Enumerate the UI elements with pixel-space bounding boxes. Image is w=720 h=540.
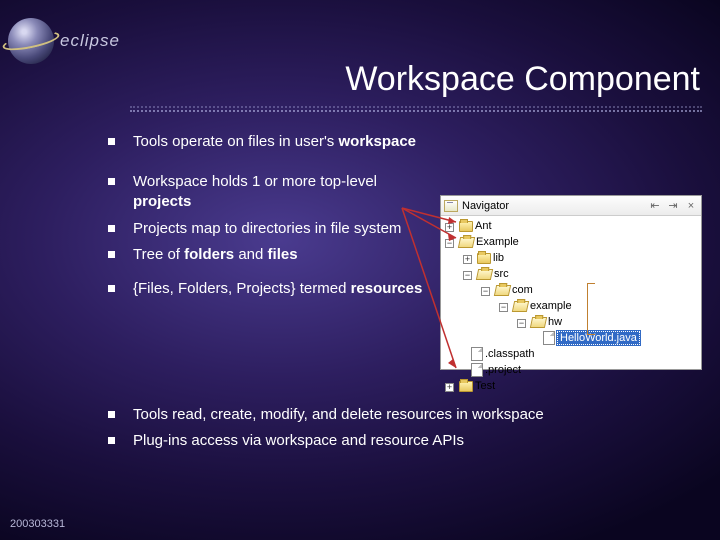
tree-item-classpath[interactable]: .classpath [443, 346, 701, 362]
bullet-icon [108, 225, 115, 232]
file-icon [471, 347, 483, 361]
folder-open-icon [458, 237, 475, 248]
collapse-right-icon[interactable]: ⇥ [666, 199, 680, 213]
collapse-icon[interactable]: − [445, 239, 454, 248]
file-icon [543, 331, 555, 345]
bullet-text: Workspace holds 1 or more top-level proj… [133, 172, 428, 213]
folder-open-icon [512, 301, 529, 312]
logo-text: eclipse [60, 31, 120, 51]
collapse-left-icon[interactable]: ⇤ [648, 199, 662, 213]
bullet-text: Tools read, create, modify, and delete r… [133, 405, 544, 425]
bullet-icon [108, 285, 115, 292]
eclipse-logo: eclipse [8, 18, 120, 64]
tree-item-ant[interactable]: + Ant [443, 218, 701, 234]
tree-item-test[interactable]: + Test [443, 378, 701, 394]
footer-id: 200303331 [10, 518, 65, 530]
selected-file: HelloWorld.java [557, 331, 640, 345]
bullet-text: Projects map to directories in file syst… [133, 219, 401, 239]
folder-open-icon [530, 317, 547, 328]
bullet-icon [108, 251, 115, 258]
tree-item-src[interactable]: − src [443, 266, 701, 282]
bullet-icon [108, 178, 115, 185]
folder-closed-icon [477, 253, 491, 264]
folder-closed-icon [459, 221, 473, 232]
expand-icon[interactable]: + [463, 255, 472, 264]
folders-files-callout [587, 283, 594, 335]
navigator-titlebar: Navigator ⇤ ⇥ × [441, 196, 701, 216]
tree-item-hw[interactable]: − hw [443, 314, 701, 330]
tree-item-project[interactable]: .project [443, 362, 701, 378]
folder-open-icon [476, 269, 493, 280]
navigator-icon [444, 200, 458, 212]
folder-open-icon [494, 285, 511, 296]
collapse-icon[interactable]: − [463, 271, 472, 280]
title-underline [130, 106, 702, 112]
bullet-group-2: Workspace holds 1 or more top-level proj… [108, 172, 428, 305]
bullet-icon [108, 411, 115, 418]
bullet-text: Plug-ins access via workspace and resour… [133, 431, 464, 451]
bullet-text: Tools operate on files in user's workspa… [133, 132, 416, 152]
navigator-title: Navigator [462, 200, 644, 212]
tree-item-example-pkg[interactable]: − example [443, 298, 701, 314]
collapse-icon[interactable]: − [517, 319, 526, 328]
bullet-group-1: Tools operate on files in user's workspa… [108, 132, 628, 158]
tree-item-com[interactable]: − com [443, 282, 701, 298]
close-icon[interactable]: × [684, 199, 698, 213]
bullet-text: {Files, Folders, Projects} termed resour… [133, 279, 422, 299]
eclipse-sphere-icon [8, 18, 54, 64]
expand-icon[interactable]: + [445, 223, 454, 232]
tree-item-helloworld[interactable]: HelloWorld.java [443, 330, 701, 346]
navigator-tree: + Ant − Example + lib − src − com [441, 216, 701, 396]
collapse-icon[interactable]: − [499, 303, 508, 312]
file-icon [471, 363, 483, 377]
navigator-panel: Navigator ⇤ ⇥ × + Ant − Example + lib − … [440, 195, 702, 370]
tree-item-lib[interactable]: + lib [443, 250, 701, 266]
tree-item-example[interactable]: − Example [443, 234, 701, 250]
collapse-icon[interactable]: − [481, 287, 490, 296]
folder-closed-icon [459, 381, 473, 392]
bullet-icon [108, 437, 115, 444]
bullet-group-3: Tools read, create, modify, and delete r… [108, 405, 628, 458]
bullet-icon [108, 138, 115, 145]
bullet-text: Tree of folders and files [133, 245, 298, 265]
expand-icon[interactable]: + [445, 383, 454, 392]
slide-title: Workspace Component [345, 60, 700, 99]
